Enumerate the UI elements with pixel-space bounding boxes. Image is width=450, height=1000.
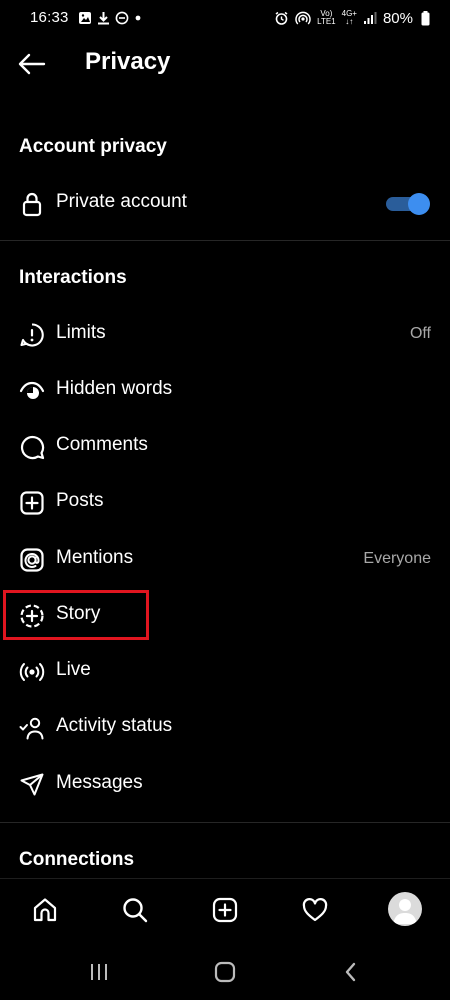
net-label-bottom: ↓↑ (345, 17, 354, 26)
back-button[interactable] (14, 46, 50, 82)
alarm-icon (274, 11, 289, 26)
interaction-item-limits[interactable]: Limits Off (0, 309, 450, 359)
divider (0, 822, 450, 823)
4g-icon: 4G+ ↓↑ (342, 10, 357, 26)
story-highlight-box (3, 590, 149, 640)
interaction-item-activity-status[interactable]: Activity status (0, 702, 450, 752)
live-icon (19, 659, 45, 685)
back-icon[interactable] (333, 954, 369, 990)
heart-icon[interactable] (298, 893, 332, 927)
profile-avatar[interactable] (388, 892, 422, 926)
lock-icon (19, 191, 45, 217)
mentions-value: Everyone (363, 550, 431, 567)
interaction-item-live[interactable]: Live (0, 646, 450, 696)
limits-icon (19, 322, 45, 348)
live-label: Live (56, 659, 91, 680)
at-sign-icon (19, 547, 45, 573)
bottom-nav (0, 878, 450, 943)
system-nav (0, 942, 450, 1000)
comment-icon (19, 434, 45, 460)
divider (0, 240, 450, 241)
battery-icon (421, 10, 430, 26)
arrow-left-icon (18, 53, 46, 75)
volte-label-bottom: LTE1 (317, 17, 336, 26)
interaction-item-hidden-words[interactable]: Hidden words (0, 365, 450, 415)
interaction-item-messages[interactable]: Messages (0, 759, 450, 809)
mentions-label: Mentions (56, 547, 134, 568)
do-not-disturb-icon (115, 11, 129, 25)
plus-square-icon (19, 490, 45, 516)
volte-icon: Vo) LTE1 (317, 10, 336, 26)
create-icon[interactable] (208, 893, 242, 927)
status-time: 16:33 (30, 9, 69, 26)
interaction-item-mentions[interactable]: Mentions Everyone (0, 534, 450, 584)
private-account-toggle[interactable] (384, 192, 430, 216)
hotspot-icon (295, 11, 311, 26)
posts-label: Posts (56, 490, 104, 511)
home-button-icon[interactable] (207, 954, 243, 990)
hidden-words-label: Hidden words (56, 378, 173, 399)
toggle-thumb (408, 193, 430, 215)
activity-status-label: Activity status (56, 715, 173, 736)
messages-label: Messages (56, 772, 143, 793)
comments-label: Comments (56, 434, 148, 455)
interaction-item-posts[interactable]: Posts (0, 477, 450, 527)
signal-icon (363, 11, 377, 25)
status-bar: 16:33 Vo) LTE1 4G+ ↓↑ 80% (0, 0, 450, 36)
section-title-interactions: Interactions (19, 267, 127, 288)
section-title-connections: Connections (19, 849, 135, 870)
section-title-account-privacy: Account privacy (19, 136, 167, 157)
page-title: Privacy (85, 48, 171, 75)
hidden-words-icon (19, 378, 45, 404)
status-left-icons (78, 9, 142, 27)
recent-apps-icon[interactable] (81, 954, 117, 990)
status-right-icons: Vo) LTE1 4G+ ↓↑ 80% (274, 9, 430, 27)
dot-icon (134, 11, 142, 25)
home-icon[interactable] (28, 893, 62, 927)
search-icon[interactable] (118, 893, 152, 927)
header: Privacy (0, 36, 450, 92)
paper-plane-icon (19, 772, 45, 798)
interaction-item-comments[interactable]: Comments (0, 421, 450, 471)
limits-value: Off (409, 325, 431, 342)
private-account-label: Private account (56, 191, 187, 212)
battery-percent: 80% (382, 9, 413, 27)
activity-status-icon (19, 715, 45, 741)
download-icon (97, 11, 110, 25)
private-account-row[interactable]: Private account (0, 178, 450, 228)
limits-label: Limits (56, 322, 106, 343)
image-icon (78, 11, 92, 25)
